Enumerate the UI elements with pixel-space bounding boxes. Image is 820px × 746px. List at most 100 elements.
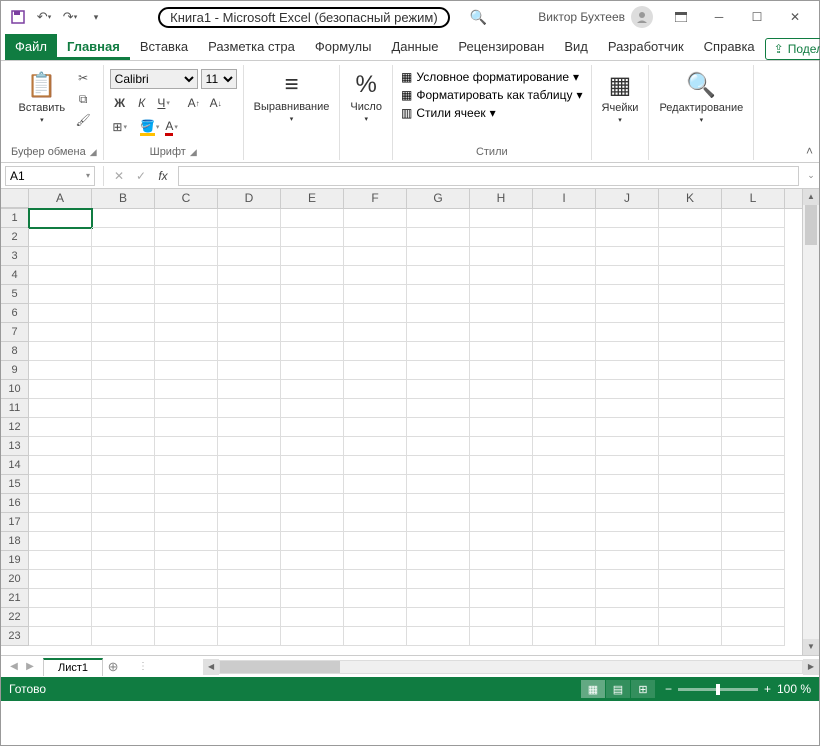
format-painter-icon[interactable]: 🖌 xyxy=(73,111,93,129)
cell[interactable] xyxy=(722,608,785,627)
cell[interactable] xyxy=(92,247,155,266)
row-header[interactable]: 4 xyxy=(1,266,29,285)
cell[interactable] xyxy=(533,418,596,437)
row-header[interactable]: 17 xyxy=(1,513,29,532)
cell[interactable] xyxy=(533,399,596,418)
cell[interactable] xyxy=(29,627,92,646)
cell[interactable] xyxy=(29,323,92,342)
cell[interactable] xyxy=(29,513,92,532)
cell[interactable] xyxy=(659,570,722,589)
cell[interactable] xyxy=(470,228,533,247)
cell[interactable] xyxy=(281,418,344,437)
cell[interactable] xyxy=(533,209,596,228)
cell[interactable] xyxy=(281,228,344,247)
cells-button[interactable]: ▦ Ячейки ▾ xyxy=(598,69,643,126)
sheet-prev-icon[interactable]: ◀ xyxy=(7,661,21,672)
cell[interactable] xyxy=(722,361,785,380)
column-header[interactable]: J xyxy=(596,189,659,208)
close-icon[interactable]: ✕ xyxy=(777,4,813,30)
cell[interactable] xyxy=(281,380,344,399)
cell[interactable] xyxy=(533,266,596,285)
cell[interactable] xyxy=(659,247,722,266)
cell[interactable] xyxy=(155,399,218,418)
cell[interactable] xyxy=(29,209,92,228)
sheet-next-icon[interactable]: ▶ xyxy=(23,661,37,672)
cell[interactable] xyxy=(533,608,596,627)
row-header[interactable]: 6 xyxy=(1,304,29,323)
column-header[interactable]: H xyxy=(470,189,533,208)
cell[interactable] xyxy=(155,285,218,304)
cell[interactable] xyxy=(470,323,533,342)
row-header[interactable]: 10 xyxy=(1,380,29,399)
cell[interactable] xyxy=(722,304,785,323)
cell[interactable] xyxy=(533,323,596,342)
italic-button[interactable]: К xyxy=(132,93,152,113)
number-button[interactable]: % Число ▾ xyxy=(346,69,386,125)
cell[interactable] xyxy=(281,456,344,475)
cell[interactable] xyxy=(407,399,470,418)
cell[interactable] xyxy=(470,570,533,589)
cell[interactable] xyxy=(407,209,470,228)
cell[interactable] xyxy=(407,342,470,361)
cell[interactable] xyxy=(92,475,155,494)
format-as-table-button[interactable]: ▦Форматировать как таблицу▾ xyxy=(399,87,585,103)
cell[interactable] xyxy=(218,285,281,304)
cell[interactable] xyxy=(596,627,659,646)
cell[interactable] xyxy=(596,494,659,513)
cell[interactable] xyxy=(344,532,407,551)
tab-layout[interactable]: Разметка стра xyxy=(198,34,305,60)
column-header[interactable]: F xyxy=(344,189,407,208)
cell[interactable] xyxy=(407,589,470,608)
cell[interactable] xyxy=(407,361,470,380)
cell[interactable] xyxy=(218,456,281,475)
cell[interactable] xyxy=(218,494,281,513)
cell[interactable] xyxy=(659,304,722,323)
cell[interactable] xyxy=(155,513,218,532)
cell[interactable] xyxy=(596,247,659,266)
cell[interactable] xyxy=(722,589,785,608)
cell[interactable] xyxy=(533,437,596,456)
cell[interactable] xyxy=(470,399,533,418)
cell[interactable] xyxy=(407,513,470,532)
cell[interactable] xyxy=(29,456,92,475)
cell[interactable] xyxy=(29,285,92,304)
cell[interactable] xyxy=(281,342,344,361)
cell[interactable] xyxy=(29,342,92,361)
cell[interactable] xyxy=(659,532,722,551)
cell[interactable] xyxy=(218,209,281,228)
cell[interactable] xyxy=(281,551,344,570)
cell[interactable] xyxy=(722,551,785,570)
scrollbar-thumb[interactable] xyxy=(220,661,340,673)
cell[interactable] xyxy=(218,342,281,361)
column-header[interactable]: L xyxy=(722,189,785,208)
cell[interactable] xyxy=(155,380,218,399)
page-layout-view-icon[interactable]: ▤ xyxy=(606,680,630,698)
cell[interactable] xyxy=(344,437,407,456)
cell[interactable] xyxy=(92,589,155,608)
avatar-icon[interactable] xyxy=(631,6,653,28)
cell[interactable] xyxy=(281,399,344,418)
row-header[interactable]: 12 xyxy=(1,418,29,437)
cell[interactable] xyxy=(470,418,533,437)
cell[interactable] xyxy=(281,627,344,646)
cell[interactable] xyxy=(344,342,407,361)
undo-icon[interactable]: ↶▾ xyxy=(33,6,55,28)
cell[interactable] xyxy=(29,247,92,266)
zoom-level[interactable]: 100 % xyxy=(777,682,811,696)
row-header[interactable]: 1 xyxy=(1,209,29,228)
page-break-view-icon[interactable]: ⊞ xyxy=(631,680,655,698)
cell[interactable] xyxy=(407,551,470,570)
cell[interactable] xyxy=(281,323,344,342)
row-header[interactable]: 9 xyxy=(1,361,29,380)
cell[interactable] xyxy=(344,456,407,475)
expand-formula-icon[interactable]: ⌄ xyxy=(803,170,819,181)
cell[interactable] xyxy=(29,551,92,570)
cell[interactable] xyxy=(344,323,407,342)
cell[interactable] xyxy=(29,361,92,380)
cell[interactable] xyxy=(596,551,659,570)
cell[interactable] xyxy=(596,418,659,437)
cell[interactable] xyxy=(659,228,722,247)
cell[interactable] xyxy=(596,437,659,456)
cell[interactable] xyxy=(533,551,596,570)
select-all-corner[interactable] xyxy=(1,189,29,208)
